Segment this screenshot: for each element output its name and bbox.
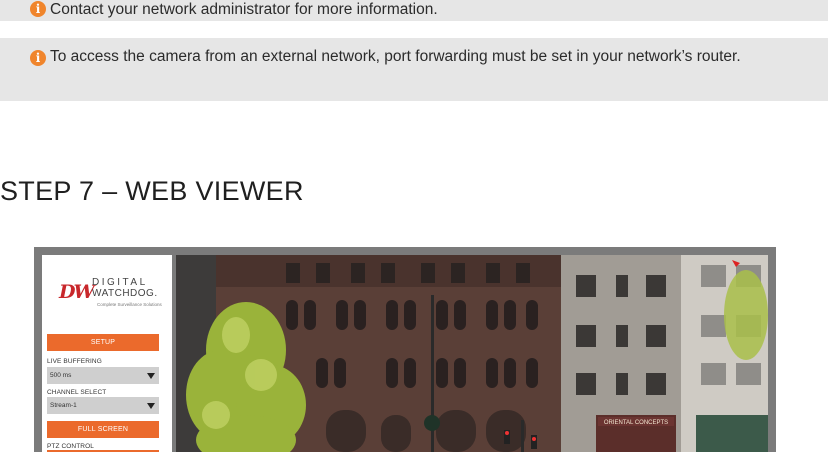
note-text: To access the camera from an external ne… [50,48,741,65]
street-scene-image: ORIENTAL CONCEPTS [176,255,768,452]
full-screen-button[interactable]: FULL SCREEN [47,421,159,438]
live-buffering-select[interactable]: 500 ms [47,367,159,384]
storefront-sign: ORIENTAL CONCEPTS [604,420,668,426]
web-viewer-screenshot: DW DIGITAL WATCHDOG. Complete Surveillan… [34,247,776,452]
viewer-control-panel: DW DIGITAL WATCHDOG. Complete Surveillan… [42,255,172,452]
dropdown-arrow-icon [147,403,155,409]
dropdown-arrow-icon [147,373,155,379]
channel-select-value: Stream-1 [50,402,77,409]
live-video-feed[interactable]: ORIENTAL CONCEPTS [176,255,768,452]
info-note-network-admin: i Contact your network administrator for… [0,0,828,21]
digital-watchdog-logo: DW DIGITAL WATCHDOG. Complete Surveillan… [59,277,164,315]
logo-line1: DIGITAL [92,277,148,288]
logo-line2: WATCHDOG. [92,288,158,299]
ptz-control-label: PTZ CONTROL [47,443,94,450]
info-icon: i [30,50,46,66]
live-buffering-value: 500 ms [50,372,72,379]
info-note-port-forwarding: i To access the camera from an external … [0,38,828,101]
setup-button[interactable]: SETUP [47,334,159,351]
section-title: STEP 7 – WEB VIEWER [0,176,304,206]
live-buffering-label: LIVE BUFFERING [47,358,102,365]
note-text: Contact your network administrator for m… [50,1,438,18]
logo-mark: DW [59,281,95,303]
logo-tagline: Complete Surveillance Solutions [97,302,162,307]
info-icon: i [30,1,46,17]
channel-select[interactable]: Stream-1 [47,397,159,414]
channel-select-label: CHANNEL SELECT [47,389,107,396]
